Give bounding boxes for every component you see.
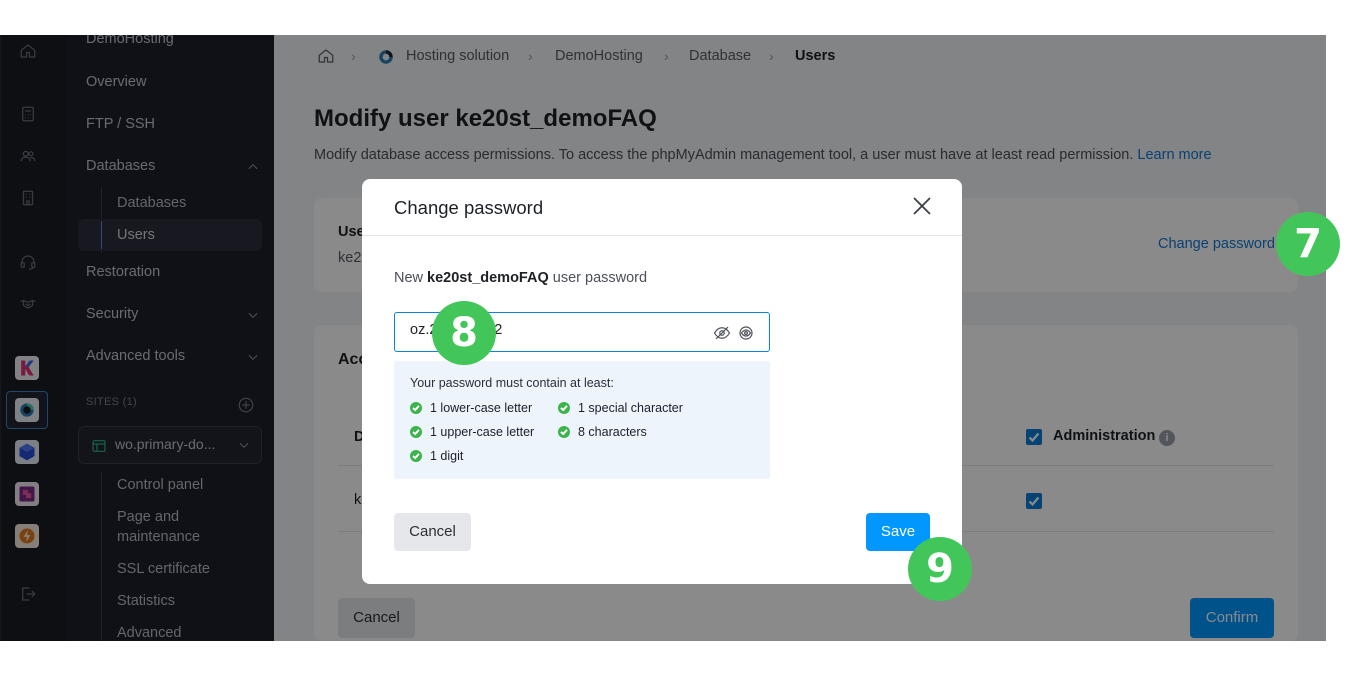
- requirement-text: 8 characters: [578, 425, 647, 439]
- label-suffix: user password: [552, 270, 648, 286]
- app-window: DemoHosting Overview FTP / SSH Databases…: [0, 35, 1326, 641]
- step-badge-8: 8: [432, 301, 496, 365]
- check-circle-icon: [558, 426, 570, 438]
- requirements-title: Your password must contain at least:: [410, 376, 614, 390]
- step-badge-9: 9: [908, 537, 972, 601]
- password-requirements: Your password must contain at least: 1 l…: [394, 361, 770, 479]
- generate-password-icon[interactable]: [737, 324, 755, 342]
- dialog-cancel-button[interactable]: Cancel: [394, 513, 471, 551]
- password-field-label: New ke20st_demoFAQ user password: [394, 270, 647, 286]
- requirement-text: 1 lower-case letter: [430, 401, 533, 415]
- check-circle-icon: [410, 402, 422, 414]
- requirement-text: 1 special character: [578, 401, 683, 415]
- step-badge-7: 7: [1276, 212, 1340, 276]
- requirement-text: 1 digit: [430, 449, 464, 463]
- change-password-dialog: Change password New ke20st_demoFAQ user …: [362, 179, 962, 584]
- hide-password-icon[interactable]: [713, 324, 731, 342]
- requirement-text: 1 upper-case letter: [430, 425, 535, 439]
- close-icon[interactable]: [912, 196, 932, 216]
- check-circle-icon: [558, 402, 570, 414]
- check-circle-icon: [410, 450, 422, 462]
- label-prefix: New: [394, 270, 424, 286]
- dialog-divider: [362, 235, 962, 236]
- check-circle-icon: [410, 426, 422, 438]
- dialog-title: Change password: [394, 197, 544, 218]
- label-username: ke20st_demoFAQ: [427, 270, 549, 286]
